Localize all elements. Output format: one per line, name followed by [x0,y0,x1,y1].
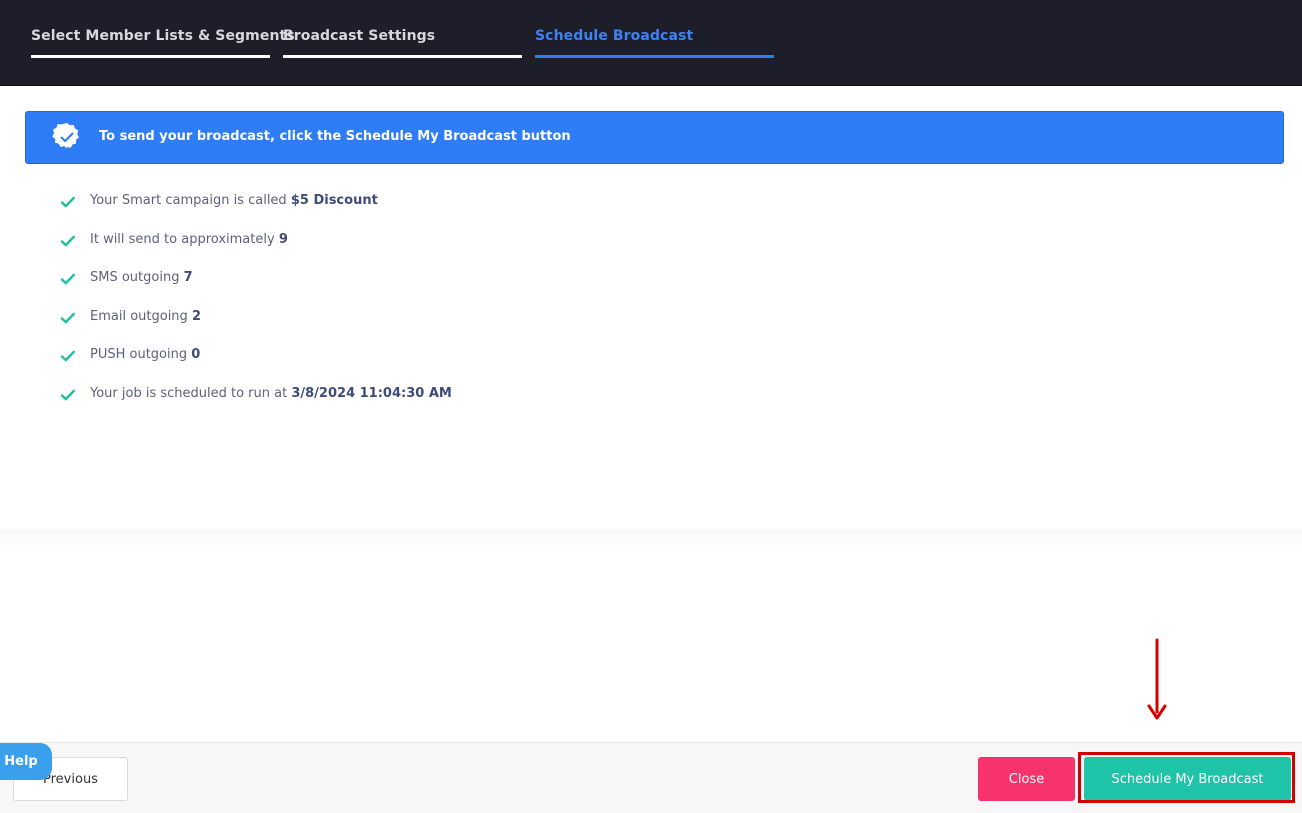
summary-text: Email outgoing 2 [90,309,201,324]
close-button[interactable]: Close [978,757,1075,801]
info-banner: To send your broadcast, click the Schedu… [25,111,1284,164]
summary-label: Email outgoing [90,308,188,324]
tab-underline [31,55,270,58]
tab-schedule-broadcast[interactable]: Schedule Broadcast [535,28,774,58]
check-icon [60,233,76,249]
tab-label: Select Member Lists & Segments [31,28,295,44]
summary-value: 0 [191,347,201,362]
check-icon [60,194,76,210]
summary-value: 2 [191,308,201,324]
summary-value: $5 Discount [290,193,378,208]
check-icon [60,348,76,364]
tab-select-member-lists[interactable]: Select Member Lists & Segments [31,28,295,58]
summary-text: It will send to approximately 9 [90,232,288,247]
summary-text: Your job is scheduled to run at 3/8/2024… [90,386,452,401]
banner-message: To send your broadcast, click the Schedu… [99,129,571,144]
annotation-arrow-icon [1147,638,1167,720]
summary-label: SMS outgoing [90,270,180,285]
summary-text: Your Smart campaign is called $5 Discoun… [90,193,378,208]
tab-label: Schedule Broadcast [535,28,694,44]
wizard-header: Select Member Lists & Segments Broadcast… [0,0,1302,86]
section-divider [0,529,1302,549]
summary-label: Your job is scheduled to run at [90,385,288,401]
tab-broadcast-settings[interactable]: Broadcast Settings [283,28,522,58]
tab-label: Broadcast Settings [283,28,436,44]
summary-label: Your Smart campaign is called [90,193,287,208]
help-button[interactable]: Help [0,743,52,780]
summary-text: SMS outgoing 7 [90,270,193,285]
summary-value: 3/8/2024 11:04:30 AM [291,385,452,401]
summary-value: 9 [278,231,288,247]
check-icon [60,271,76,287]
badge-check-icon [51,121,83,153]
check-icon [60,310,76,326]
summary-label: It will send to approximately [90,231,275,247]
footer-bar: Previous Close Schedule My Broadcast [0,742,1302,813]
check-icon [60,387,76,403]
summary-label: PUSH outgoing [90,347,188,362]
tab-underline [535,55,774,58]
schedule-my-broadcast-button[interactable]: Schedule My Broadcast [1084,757,1291,801]
summary-value: 7 [183,270,193,285]
summary-text: PUSH outgoing 0 [90,347,200,362]
tab-underline [283,55,522,58]
